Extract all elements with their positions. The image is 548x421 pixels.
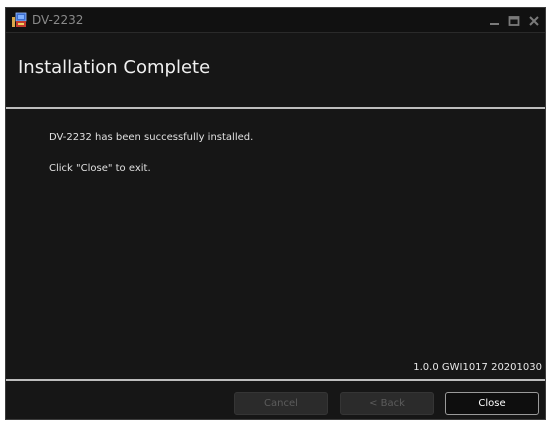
success-message: DV-2232 has been successfully installed. <box>49 132 254 143</box>
window-title: DV-2232 <box>32 13 84 27</box>
back-button: < Back <box>340 392 434 415</box>
installer-app-icon <box>11 12 27 28</box>
title-bar[interactable]: DV-2232 <box>6 8 545 33</box>
version-label: 1.0.0 GWI1017 20201030 <box>413 362 542 373</box>
exit-instruction: Click "Close" to exit. <box>49 163 151 174</box>
maximize-icon[interactable] <box>507 13 521 27</box>
footer-divider <box>6 379 545 381</box>
installer-window: DV-2232 Installation Complete DV-2232 ha… <box>5 7 546 420</box>
page-header: Installation Complete <box>6 34 545 107</box>
page-title: Installation Complete <box>18 57 211 78</box>
header-divider <box>6 107 545 109</box>
close-button[interactable]: Close <box>445 392 539 415</box>
cancel-button: Cancel <box>234 392 328 415</box>
minimize-icon[interactable] <box>488 13 502 27</box>
close-icon[interactable] <box>527 13 541 27</box>
